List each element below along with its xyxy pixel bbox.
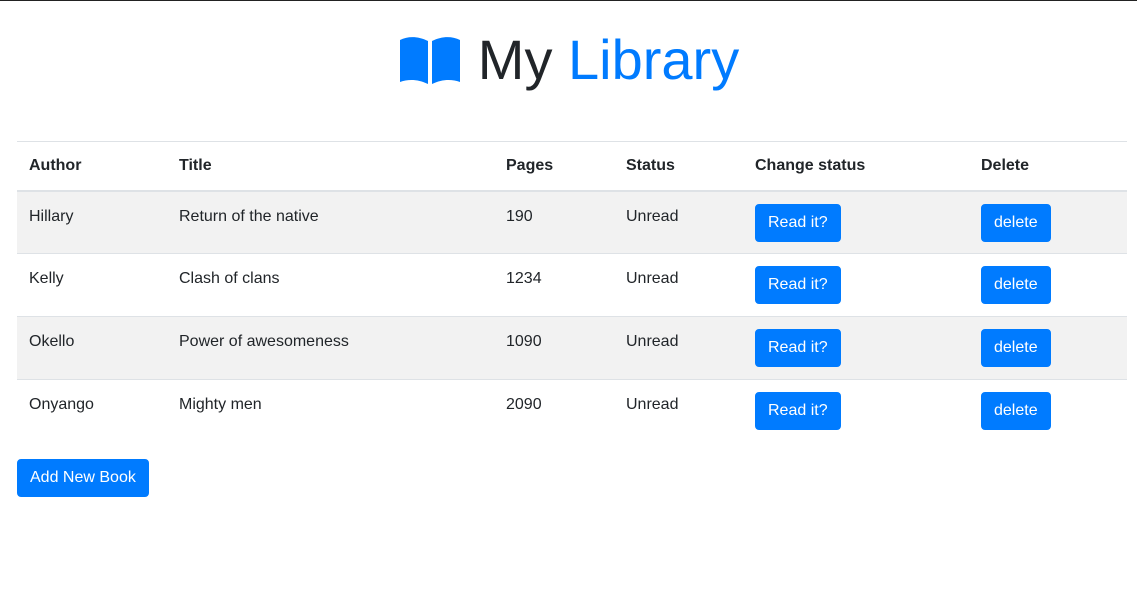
column-header-author: Author [29,156,82,174]
books-table-container: Author Title Pages Status Change status … [17,141,1127,443]
cell-status: Unread [626,333,679,350]
top-border [0,0,1137,1]
read-it-button[interactable]: Read it? [755,329,841,367]
delete-button[interactable]: delete [981,266,1051,304]
cell-title: Return of the native [179,207,319,225]
add-new-book-button[interactable]: Add New Book [17,459,149,497]
title-part-library: Library [568,28,740,91]
cell-change-status: Read it? [743,254,969,317]
table-header-row: Author Title Pages Status Change status … [17,141,1127,191]
cell-author: Hillary [29,207,74,225]
cell-pages: 1234 [506,270,542,287]
cell-author: Onyango [29,396,94,413]
cell-change-status: Read it? [743,380,969,443]
cell-status: Unread [626,207,679,225]
cell-delete: delete [969,254,1127,317]
table-row: Hillary Return of the native 190 Unread … [17,190,1127,254]
table-row: Okello Power of awesomeness 1090 Unread … [17,316,1127,380]
delete-button[interactable]: delete [981,329,1051,367]
column-header-pages: Pages [506,156,554,174]
column-header-status: Status [626,156,675,174]
cell-pages: 190 [506,207,533,225]
page-title: My Library [478,26,739,94]
table-row: Kelly Clash of clans 1234 Unread Read it… [17,253,1127,317]
column-header-delete: Delete [981,156,1030,174]
cell-delete: delete [969,191,1127,254]
cell-change-status: Read it? [743,191,969,254]
column-header-title: Title [179,156,212,174]
cell-author: Okello [29,333,75,350]
cell-status: Unread [626,396,679,413]
cell-author: Kelly [29,270,64,287]
cell-delete: delete [969,317,1127,380]
title-part-my: My [477,28,553,91]
cell-pages: 2090 [506,396,542,413]
delete-button[interactable]: delete [981,203,1051,242]
cell-delete: delete [969,380,1127,443]
open-book-icon [398,34,462,86]
table-row: Onyango Mighty men 2090 Unread Read it? … [17,379,1127,443]
books-table: Author Title Pages Status Change status … [17,141,1127,443]
read-it-button[interactable]: Read it? [755,392,841,430]
cell-title: Clash of clans [179,270,280,287]
cell-change-status: Read it? [743,317,969,380]
column-header-change-status: Change status [755,156,866,174]
cell-title: Mighty men [179,396,262,413]
cell-title: Power of awesomeness [179,333,349,350]
delete-button[interactable]: delete [981,392,1051,430]
page-header: My Library [0,26,1137,94]
cell-pages: 1090 [506,333,542,350]
read-it-button[interactable]: Read it? [755,266,841,304]
cell-status: Unread [626,270,679,287]
read-it-button[interactable]: Read it? [755,203,841,242]
